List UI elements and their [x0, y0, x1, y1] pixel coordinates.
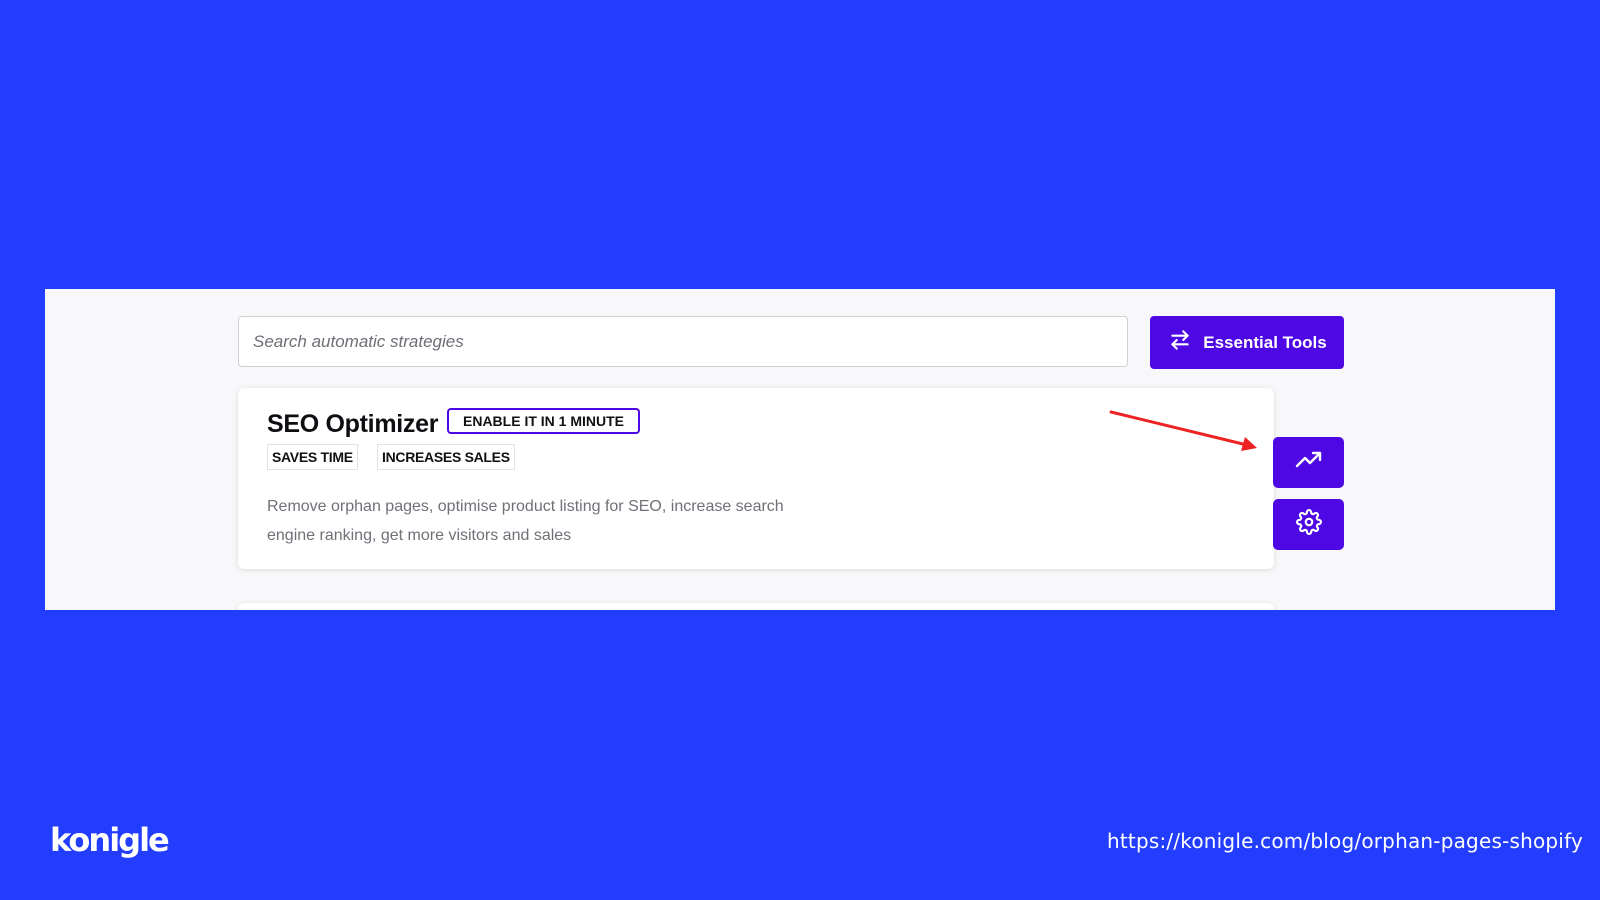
strategy-settings-button[interactable] — [1273, 499, 1344, 550]
essential-tools-label: Essential Tools — [1203, 332, 1327, 352]
konigle-logo: konigle — [50, 821, 170, 859]
strategy-title: SEO Optimizer — [267, 410, 439, 438]
strategy-stats-button[interactable] — [1273, 437, 1344, 488]
source-url: https://konigle.com/blog/orphan-pages-sh… — [1107, 829, 1583, 853]
next-strategy-card — [238, 603, 1274, 610]
strategy-description: Remove orphan pages, optimise product li… — [267, 498, 784, 544]
trending-up-icon — [1295, 449, 1323, 476]
gear-icon — [1295, 509, 1322, 540]
app-screenshot: Essential Tools SEO Optimizer ENABLE IT … — [45, 289, 1555, 610]
red-arrow-annotation — [1109, 410, 1257, 451]
swap-arrows-icon — [1167, 327, 1193, 358]
essential-tools-button[interactable]: Essential Tools — [1150, 316, 1344, 369]
enable-badge: ENABLE IT IN 1 MINUTE — [447, 408, 641, 434]
search-input[interactable] — [251, 330, 1115, 353]
search-input-wrapper[interactable] — [238, 316, 1128, 367]
slide-canvas: Essential Tools SEO Optimizer ENABLE IT … — [0, 0, 1600, 900]
tag-saves-time: SAVES TIME — [267, 444, 358, 470]
tag-increases-sales: INCREASES SALES — [377, 444, 515, 470]
